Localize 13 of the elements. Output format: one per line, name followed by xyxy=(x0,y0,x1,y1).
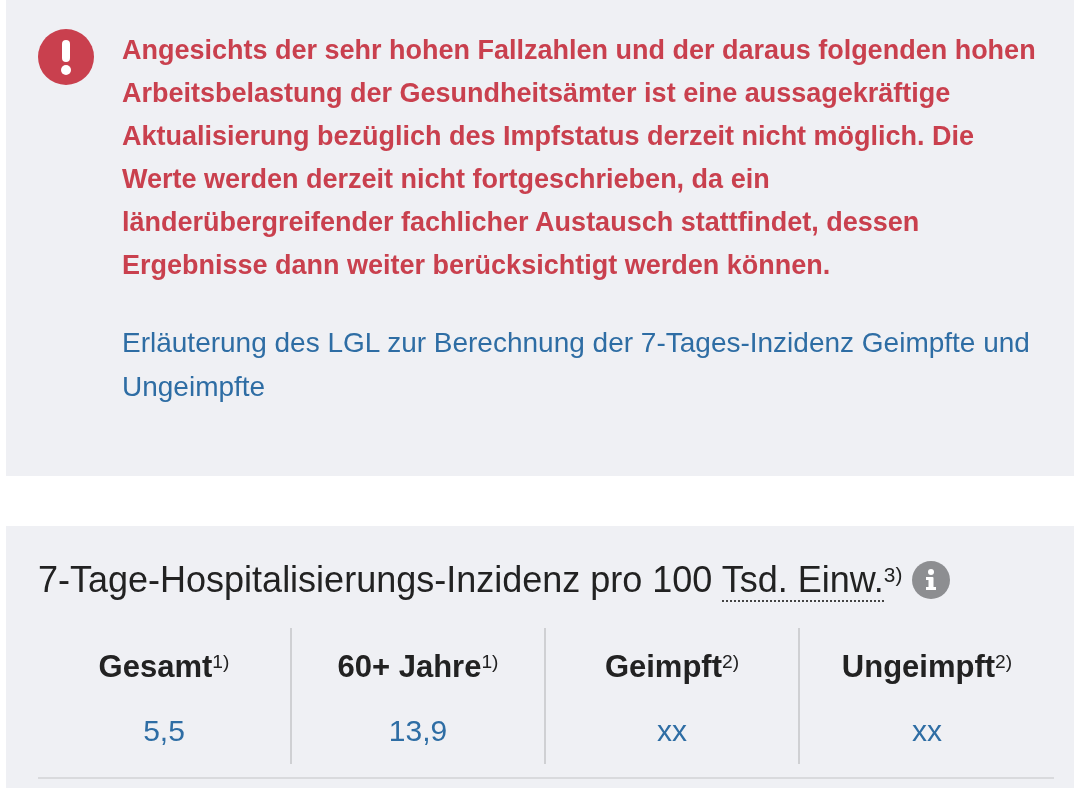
warning-message: Angesichts der sehr hohen Fallzahlen und der daraus folgenden hohen Arbeitsbelastung der Gesundheitsämter ist eine aussagekräftige Aktualisierung bezüglich des Impfstatus derzeit nicht möglich. Die Werte werden derzeit nicht fortgeschrieben, da ein länderübergreifender fachlicher Austausch stattfindet, dessen Ergebnisse dann weiter berücksichtigt werden können. xyxy=(122,34,1037,282)
incidence-value: 13,9 xyxy=(388,713,448,750)
incidence-value: 5,5 xyxy=(143,713,185,750)
column-header: Geimpft$^{2)}$ xyxy=(604,648,740,686)
explanation-link[interactable]: Erläuterung des LGL zur Berechnung der 7-Tages-Inzidenz Geimpfte und Ungeimpfte xyxy=(122,321,1047,409)
column-header: Gesamt$^{1)}$ xyxy=(98,648,230,686)
info-icon[interactable] xyxy=(912,560,951,599)
exclamation-icon xyxy=(38,29,94,85)
column-header: 60+ Jahre$^{1)}$ xyxy=(337,648,499,686)
column-header: Ungeimpft$^{2)}$ xyxy=(841,648,1013,686)
incidence-value: xx xyxy=(657,713,687,750)
section-heading: 7-Tage-Hospitalisierungs-Inzidenz pro 100 Tsd. Einw.$^{3)}$ xyxy=(38,558,903,602)
incidence-value: xx xyxy=(912,713,942,750)
